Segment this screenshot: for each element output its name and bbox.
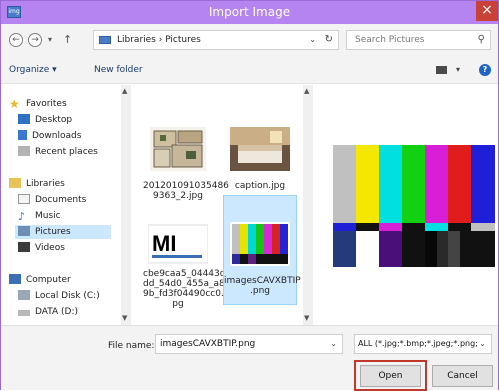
sidebar-item-music[interactable]: ♪ Music	[18, 209, 61, 223]
title-bar[interactable]: img Import Image ×	[1, 1, 498, 24]
star-icon: ★	[9, 97, 20, 111]
chevron-down-icon[interactable]: ⌄	[330, 335, 337, 353]
scroll-down-icon[interactable]: ▼	[122, 314, 127, 322]
file-list-scrollbar[interactable]: ▲ ▼	[303, 85, 313, 325]
file-item-selected[interactable]: imagesCAVXBTIP .png	[223, 195, 301, 305]
file-name: cbe9caa5_04443d	[143, 269, 226, 279]
videos-icon	[18, 242, 30, 252]
import-image-dialog: img Import Image × ← → ▾ ↑ Libraries › P…	[0, 0, 499, 391]
drive-icon	[18, 310, 30, 316]
help-icon[interactable]: ?	[479, 64, 491, 76]
scroll-up-icon[interactable]: ▲	[304, 87, 309, 95]
file-thumbnail	[230, 216, 290, 272]
file-thumbnail: MI	[147, 221, 209, 265]
view-options-icon[interactable]	[436, 66, 447, 74]
new-folder-button[interactable]: New folder	[94, 65, 143, 75]
sidebar-item-documents[interactable]: Documents	[18, 193, 86, 207]
toolbar: Organize ▾ New folder ▾ ?	[1, 56, 498, 84]
file-item[interactable]: caption.jpg	[225, 121, 295, 191]
sidebar-item-favorites[interactable]: ★ Favorites	[9, 97, 67, 111]
scroll-down-icon[interactable]: ▼	[304, 314, 309, 322]
organize-button[interactable]: Organize ▾	[9, 65, 57, 75]
pictures-icon	[18, 226, 30, 236]
search-icon[interactable]: ⚲	[478, 31, 485, 49]
recent-dropdown-icon[interactable]: ▾	[48, 35, 52, 44]
file-thumbnail	[148, 121, 208, 177]
library-icon	[99, 36, 111, 44]
file-name: 9b_fd3f04490cc0.j	[143, 289, 227, 299]
music-icon: ♪	[18, 210, 26, 223]
file-name: 9363_2.jpg	[153, 191, 203, 201]
file-name-label: File name:	[108, 341, 155, 351]
svg-text:MI: MI	[152, 231, 176, 256]
libraries-icon	[9, 178, 21, 188]
file-item[interactable]: MI cbe9caa5_04443d dd_54d0_455a_a8 9b_fd…	[143, 221, 227, 309]
sidebar-item-data-disk[interactable]: DATA (D:)	[18, 305, 78, 319]
search-input[interactable]: Search Pictures ⚲	[346, 30, 491, 50]
dialog-title: Import Image	[208, 5, 291, 19]
scroll-up-icon[interactable]: ▲	[122, 87, 127, 95]
file-item[interactable]: 201201091035486 9363_2.jpg	[143, 121, 229, 201]
file-type-select[interactable]: ALL (*.jpg;*.bmp;*.jpeg;*.png;*. ⌄	[354, 334, 492, 354]
up-arrow-icon[interactable]: ↑	[63, 33, 72, 46]
desktop-icon	[18, 114, 30, 124]
sidebar-item-desktop[interactable]: Desktop	[18, 113, 72, 127]
preview-pane	[317, 85, 498, 325]
downloads-icon	[18, 130, 27, 140]
sidebar-item-computer[interactable]: Computer	[9, 273, 71, 287]
sidebar-item-pictures[interactable]: Pictures	[15, 225, 111, 239]
computer-icon	[9, 274, 21, 284]
file-name: caption.jpg	[234, 181, 286, 191]
drive-icon	[18, 290, 30, 300]
cancel-button[interactable]: Cancel	[432, 365, 493, 387]
file-name: pg	[172, 299, 184, 309]
file-list: 201201091035486 9363_2.jpg caption.jpg M…	[135, 85, 313, 325]
file-name: .png	[250, 286, 270, 296]
sidebar-item-local-disk[interactable]: Local Disk (C:)	[18, 289, 100, 303]
sidebar-item-libraries[interactable]: Libraries	[9, 177, 65, 191]
view-dropdown-icon[interactable]: ▾	[456, 65, 460, 74]
navigation-scrollbar[interactable]: ▲ ▼	[121, 85, 131, 325]
search-placeholder: Search Pictures	[355, 35, 425, 45]
breadcrumb[interactable]: Libraries › Pictures	[117, 31, 201, 49]
file-name: 201201091035486	[143, 181, 229, 191]
back-arrow-icon[interactable]: ←	[9, 33, 23, 47]
sidebar-item-videos[interactable]: Videos	[18, 241, 65, 255]
file-name: dd_54d0_455a_a8	[143, 279, 225, 289]
sidebar-item-downloads[interactable]: Downloads	[18, 129, 81, 143]
file-name: imagesCAVXBTIP	[224, 276, 301, 286]
file-name-field[interactable]: imagesCAVXBTIP.png ⌄	[155, 334, 343, 354]
dialog-footer: File name: imagesCAVXBTIP.png ⌄ ALL (*.j…	[1, 325, 498, 391]
navigation-pane: ★ Favorites Desktop Downloads Recent plac…	[1, 85, 131, 325]
chevron-down-icon[interactable]: ⌄	[309, 31, 316, 49]
open-button[interactable]: Open	[360, 365, 421, 387]
address-bar[interactable]: Libraries › Pictures ⌄ ↻	[93, 30, 339, 50]
recent-places-icon	[18, 146, 30, 156]
address-row: ← → ▾ ↑ Libraries › Pictures ⌄ ↻ Search …	[1, 24, 498, 56]
forward-arrow-icon[interactable]: →	[28, 33, 42, 47]
close-button[interactable]: ×	[476, 1, 498, 21]
documents-icon	[18, 194, 30, 204]
file-name-value: imagesCAVXBTIP.png	[160, 339, 256, 349]
image-preview	[333, 145, 495, 267]
file-thumbnail	[230, 121, 290, 177]
sidebar-item-recent[interactable]: Recent places	[18, 145, 98, 159]
file-type-value: ALL (*.jpg;*.bmp;*.jpeg;*.png;*.	[358, 339, 485, 348]
refresh-icon[interactable]: ↻	[325, 31, 333, 49]
chevron-down-icon[interactable]: ⌄	[477, 335, 486, 353]
